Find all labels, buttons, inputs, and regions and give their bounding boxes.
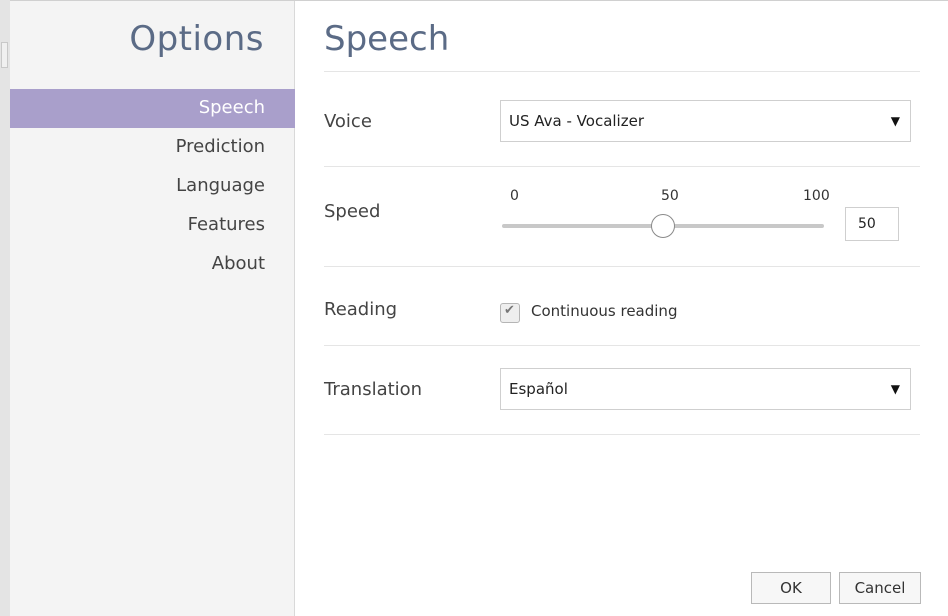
- speed-tick-max: 100: [803, 188, 830, 204]
- voice-select[interactable]: US Ava - Vocalizer ▼: [500, 100, 911, 142]
- sidebar-item-prediction[interactable]: Prediction: [10, 128, 295, 167]
- continuous-reading-label[interactable]: Continuous reading: [531, 302, 677, 320]
- speed-tick-mid: 50: [661, 188, 679, 204]
- sidebar-title: Options: [129, 19, 264, 59]
- voice-select-value: US Ava - Vocalizer: [509, 112, 644, 130]
- page-title: Speech: [324, 19, 450, 59]
- divider: [324, 166, 920, 167]
- divider: [324, 266, 920, 267]
- voice-label: Voice: [324, 111, 372, 132]
- speed-slider-thumb[interactable]: [651, 214, 675, 238]
- cancel-button[interactable]: Cancel: [839, 572, 921, 604]
- background-window-edge: [0, 0, 10, 616]
- sidebar: Options Speech Prediction Language Featu…: [10, 1, 295, 616]
- speed-tick-min: 0: [510, 188, 519, 204]
- sidebar-item-language[interactable]: Language: [10, 167, 295, 206]
- main-panel: Speech Voice US Ava - Vocalizer ▼ Speed …: [324, 1, 922, 616]
- checkmark-icon: ✔: [504, 303, 515, 318]
- speed-label: Speed: [324, 201, 381, 222]
- sidebar-item-features[interactable]: Features: [10, 206, 295, 245]
- translation-select-value: Español: [509, 380, 568, 398]
- ok-button[interactable]: OK: [751, 572, 831, 604]
- divider: [324, 71, 920, 72]
- continuous-reading-checkbox[interactable]: ✔: [500, 303, 520, 323]
- caret-down-icon: ▼: [890, 382, 900, 396]
- caret-down-icon: ▼: [890, 114, 900, 128]
- reading-label: Reading: [324, 299, 398, 320]
- translation-label: Translation: [324, 379, 423, 400]
- translation-select[interactable]: Español ▼: [500, 368, 911, 410]
- sidebar-item-speech[interactable]: Speech: [10, 89, 295, 128]
- speed-value-input[interactable]: 50: [845, 207, 899, 241]
- sidebar-nav: Speech Prediction Language Features Abou…: [10, 89, 295, 284]
- sidebar-item-about[interactable]: About: [10, 245, 295, 284]
- divider: [324, 345, 920, 346]
- options-dialog: Options Speech Prediction Language Featu…: [10, 0, 948, 616]
- divider: [324, 434, 920, 435]
